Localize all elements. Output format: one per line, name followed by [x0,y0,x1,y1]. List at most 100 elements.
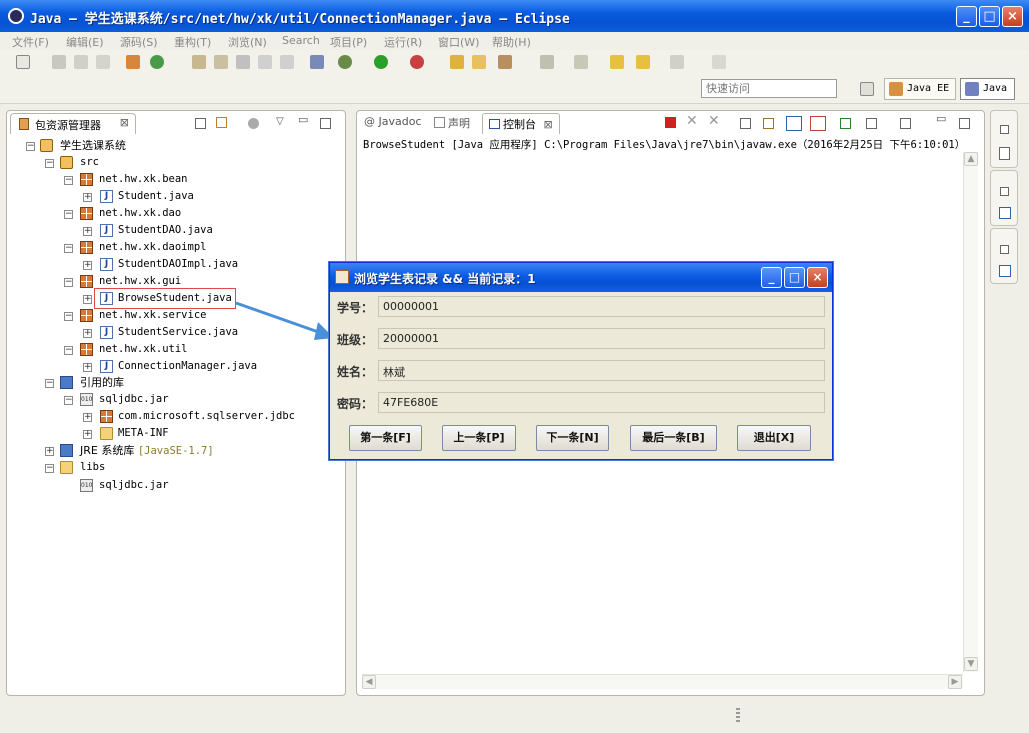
menu-help[interactable]: 帮助(H) [492,34,531,50]
first-record-button[interactable]: 第一条[F] [349,425,422,451]
clear-console-icon[interactable] [740,118,751,129]
perspective-java[interactable]: Java [960,78,1015,100]
tree-src[interactable]: src [80,154,99,171]
collapse-toggle[interactable]: − [45,464,54,473]
new-package-icon[interactable] [126,55,140,69]
collapse-toggle[interactable]: − [45,379,54,388]
pin-console-icon[interactable] [840,118,851,129]
last-edit-icon[interactable] [610,55,624,69]
tree-project[interactable]: 学生选课系统 [60,137,126,154]
expand-toggle[interactable]: + [83,413,92,422]
save-icon[interactable] [52,55,66,69]
tree-file-conn[interactable]: ConnectionManager.java [118,358,257,375]
tree-jar-ref[interactable]: sqljdbc.jar [99,391,169,408]
collapse-toggle[interactable]: − [64,176,73,185]
scroll-lock-icon[interactable] [763,118,774,129]
pilcrow-icon[interactable] [280,55,294,69]
tab-console[interactable]: 控制台 ⊠ [482,113,560,134]
student-id-field[interactable]: 00000001 [378,296,825,317]
display-console-icon[interactable] [866,118,877,129]
dialog-maximize-button[interactable]: □ [784,267,805,288]
folder-icon[interactable] [472,55,486,69]
collapse-toggle[interactable]: − [64,244,73,253]
tab-package-explorer[interactable]: 包资源管理器 ⊠ [10,113,136,134]
minimize-button[interactable]: _ [956,6,977,27]
view-icon[interactable] [999,265,1011,277]
collapse-toggle[interactable]: − [64,346,73,355]
expand-toggle[interactable]: + [83,193,92,202]
remove-launch-icon[interactable]: ✕ [686,113,698,129]
previous-record-button[interactable]: 上一条[P] [442,425,516,451]
save-all-icon[interactable] [74,55,88,69]
collapse-toggle[interactable]: − [45,159,54,168]
expand-toggle[interactable]: + [45,447,54,456]
scroll-down-button[interactable]: ▼ [964,657,978,671]
close-button[interactable]: × [1002,6,1023,27]
window-titlebar[interactable]: Java — 学生选课系统/src/net/hw/xk/util/Connect… [0,0,1029,32]
scroll-left-button[interactable]: ◀ [362,675,376,689]
menu-project[interactable]: 项目(P) [330,34,367,50]
menu-search[interactable]: Search [282,34,320,47]
horizontal-scrollbar[interactable]: ◀ ▶ [362,674,963,689]
tree-ref-libs[interactable]: 引用的库 [80,374,124,391]
collapse-toggle[interactable]: − [64,210,73,219]
show-on-error-icon[interactable] [810,116,826,131]
run-icon[interactable] [374,55,388,69]
menu-refactor[interactable]: 重构(T) [174,34,211,50]
menu-source[interactable]: 源码(S) [120,34,158,50]
back-icon[interactable] [636,55,650,69]
restore-icon[interactable] [1000,125,1009,134]
close-tab-icon[interactable]: ⊠ [544,118,553,131]
tree-libs-jar[interactable]: sqljdbc.jar [99,477,169,494]
tree-file-studentdaoimpl[interactable]: StudentDAOImpl.java [118,256,238,273]
next-annotation-icon[interactable] [540,55,554,69]
search-icon[interactable] [310,55,324,69]
task-list-icon[interactable] [999,207,1011,219]
expand-toggle[interactable]: + [83,261,92,270]
annotation-icon[interactable] [236,55,250,69]
tree-pkg-daoimpl[interactable]: net.hw.xk.daoimpl [99,239,206,256]
tree-pkg-service[interactable]: net.hw.xk.service [99,307,206,324]
collapse-toggle[interactable]: − [64,396,73,405]
outline-icon[interactable] [999,147,1010,160]
minimize-view-icon[interactable]: ▭ [298,113,308,126]
expand-toggle[interactable]: + [83,430,92,439]
exit-button[interactable]: 退出[X] [737,425,811,451]
tree-pkg-dao[interactable]: net.hw.xk.dao [99,205,181,222]
prev-annotation-icon[interactable] [574,55,588,69]
tree-pkg-util[interactable]: net.hw.xk.util [99,341,188,358]
vertical-scrollbar[interactable]: ▲ ▼ [963,152,978,672]
password-field[interactable]: 47FE680E [378,392,825,413]
pin-icon[interactable] [712,55,726,69]
print-icon[interactable] [96,55,110,69]
last-record-button[interactable]: 最后一条[B] [630,425,717,451]
menu-window[interactable]: 窗口(W) [438,34,479,50]
tree-meta-inf[interactable]: META-INF [118,425,169,442]
tree-pkg-jdbc[interactable]: com.microsoft.sqlserver.jdbc [118,408,295,425]
collapse-all-icon[interactable] [195,118,206,129]
new-class-icon[interactable] [150,55,164,69]
restore-icon[interactable] [1000,245,1009,254]
tree-jre[interactable]: JRE 系统库 [JavaSE-1.7] [80,442,214,459]
maximize-view-icon[interactable] [959,118,970,129]
remove-all-icon[interactable]: ✕ [708,113,720,129]
task-icon[interactable] [258,55,272,69]
class-field[interactable]: 20000001 [378,328,825,349]
next-record-button[interactable]: 下一条[N] [536,425,609,451]
tree-libs[interactable]: libs [80,459,105,476]
tab-declaration[interactable]: 声明 [434,115,470,133]
link-editor-icon[interactable] [216,117,227,128]
collapse-toggle[interactable]: − [64,278,73,287]
menu-edit[interactable]: 编辑(E) [66,34,104,50]
dialog-close-button[interactable]: × [807,267,828,288]
expand-toggle[interactable]: + [83,227,92,236]
show-on-output-icon[interactable] [786,116,802,131]
menu-run[interactable]: 运行(R) [384,34,422,50]
minimize-view-icon[interactable]: ▭ [936,112,946,125]
open-folder-icon[interactable] [450,55,464,69]
view-menu-icon[interactable]: ▽ [276,116,284,127]
dialog-minimize-button[interactable]: _ [761,267,782,288]
dialog-titlebar[interactable]: 浏览学生表记录 && 当前记录：1 _ □ × [330,263,832,292]
collapse-toggle[interactable]: − [26,142,35,151]
expand-toggle[interactable]: + [83,363,92,372]
